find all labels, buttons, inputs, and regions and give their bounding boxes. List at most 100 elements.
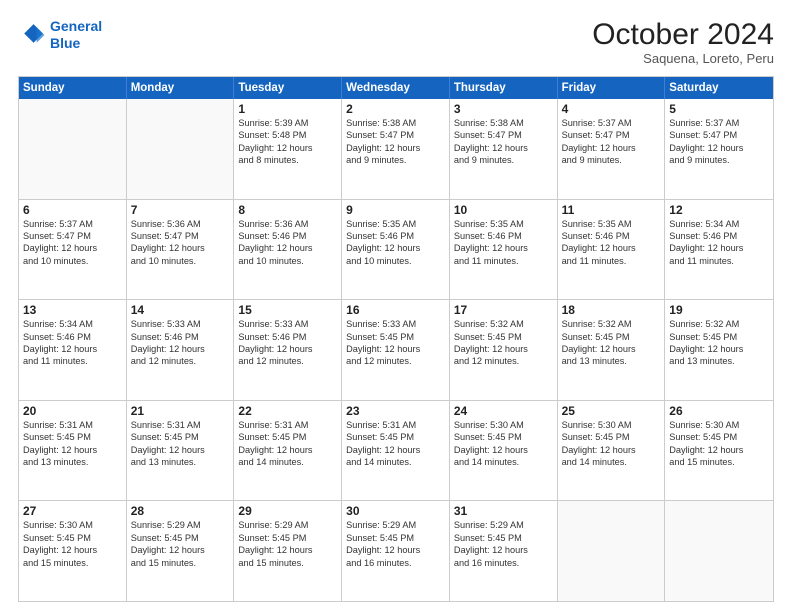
- day-info: Sunrise: 5:30 AM Sunset: 5:45 PM Dayligh…: [562, 419, 661, 469]
- cal-cell: 24Sunrise: 5:30 AM Sunset: 5:45 PM Dayli…: [450, 401, 558, 501]
- day-number: 14: [131, 303, 230, 317]
- day-number: 4: [562, 102, 661, 116]
- day-info: Sunrise: 5:33 AM Sunset: 5:46 PM Dayligh…: [131, 318, 230, 368]
- cal-cell: 31Sunrise: 5:29 AM Sunset: 5:45 PM Dayli…: [450, 501, 558, 601]
- cal-cell: 22Sunrise: 5:31 AM Sunset: 5:45 PM Dayli…: [234, 401, 342, 501]
- day-info: Sunrise: 5:34 AM Sunset: 5:46 PM Dayligh…: [669, 218, 769, 268]
- cal-cell: 7Sunrise: 5:36 AM Sunset: 5:47 PM Daylig…: [127, 200, 235, 300]
- subtitle: Saquena, Loreto, Peru: [592, 51, 774, 66]
- day-number: 1: [238, 102, 337, 116]
- header-day-thursday: Thursday: [450, 77, 558, 99]
- day-number: 31: [454, 504, 553, 518]
- header-day-tuesday: Tuesday: [234, 77, 342, 99]
- day-number: 22: [238, 404, 337, 418]
- day-info: Sunrise: 5:31 AM Sunset: 5:45 PM Dayligh…: [23, 419, 122, 469]
- cal-cell: 6Sunrise: 5:37 AM Sunset: 5:47 PM Daylig…: [19, 200, 127, 300]
- day-number: 5: [669, 102, 769, 116]
- week-row-1: 1Sunrise: 5:39 AM Sunset: 5:48 PM Daylig…: [19, 99, 773, 199]
- cal-cell: 25Sunrise: 5:30 AM Sunset: 5:45 PM Dayli…: [558, 401, 666, 501]
- logo-text: General Blue: [50, 18, 102, 52]
- cal-cell: 16Sunrise: 5:33 AM Sunset: 5:45 PM Dayli…: [342, 300, 450, 400]
- day-info: Sunrise: 5:35 AM Sunset: 5:46 PM Dayligh…: [454, 218, 553, 268]
- day-number: 27: [23, 504, 122, 518]
- cal-cell: [558, 501, 666, 601]
- cal-cell: 19Sunrise: 5:32 AM Sunset: 5:45 PM Dayli…: [665, 300, 773, 400]
- day-number: 11: [562, 203, 661, 217]
- day-number: 23: [346, 404, 445, 418]
- day-number: 7: [131, 203, 230, 217]
- cal-cell: 11Sunrise: 5:35 AM Sunset: 5:46 PM Dayli…: [558, 200, 666, 300]
- day-info: Sunrise: 5:29 AM Sunset: 5:45 PM Dayligh…: [131, 519, 230, 569]
- calendar: SundayMondayTuesdayWednesdayThursdayFrid…: [18, 76, 774, 602]
- week-row-5: 27Sunrise: 5:30 AM Sunset: 5:45 PM Dayli…: [19, 500, 773, 601]
- cal-cell: 29Sunrise: 5:29 AM Sunset: 5:45 PM Dayli…: [234, 501, 342, 601]
- day-info: Sunrise: 5:37 AM Sunset: 5:47 PM Dayligh…: [23, 218, 122, 268]
- week-row-2: 6Sunrise: 5:37 AM Sunset: 5:47 PM Daylig…: [19, 199, 773, 300]
- page: General Blue October 2024 Saquena, Loret…: [0, 0, 792, 612]
- day-number: 9: [346, 203, 445, 217]
- day-info: Sunrise: 5:35 AM Sunset: 5:46 PM Dayligh…: [346, 218, 445, 268]
- cal-cell: 23Sunrise: 5:31 AM Sunset: 5:45 PM Dayli…: [342, 401, 450, 501]
- day-info: Sunrise: 5:30 AM Sunset: 5:45 PM Dayligh…: [23, 519, 122, 569]
- day-info: Sunrise: 5:32 AM Sunset: 5:45 PM Dayligh…: [669, 318, 769, 368]
- cal-cell: 8Sunrise: 5:36 AM Sunset: 5:46 PM Daylig…: [234, 200, 342, 300]
- day-number: 8: [238, 203, 337, 217]
- day-info: Sunrise: 5:32 AM Sunset: 5:45 PM Dayligh…: [454, 318, 553, 368]
- cal-cell: [127, 99, 235, 199]
- day-number: 16: [346, 303, 445, 317]
- day-number: 21: [131, 404, 230, 418]
- day-number: 28: [131, 504, 230, 518]
- day-info: Sunrise: 5:38 AM Sunset: 5:47 PM Dayligh…: [454, 117, 553, 167]
- day-info: Sunrise: 5:36 AM Sunset: 5:47 PM Dayligh…: [131, 218, 230, 268]
- day-info: Sunrise: 5:31 AM Sunset: 5:45 PM Dayligh…: [238, 419, 337, 469]
- week-row-3: 13Sunrise: 5:34 AM Sunset: 5:46 PM Dayli…: [19, 299, 773, 400]
- cal-cell: 9Sunrise: 5:35 AM Sunset: 5:46 PM Daylig…: [342, 200, 450, 300]
- header-day-monday: Monday: [127, 77, 235, 99]
- day-number: 25: [562, 404, 661, 418]
- day-info: Sunrise: 5:33 AM Sunset: 5:45 PM Dayligh…: [346, 318, 445, 368]
- cal-cell: 12Sunrise: 5:34 AM Sunset: 5:46 PM Dayli…: [665, 200, 773, 300]
- day-number: 3: [454, 102, 553, 116]
- day-number: 6: [23, 203, 122, 217]
- header: General Blue October 2024 Saquena, Loret…: [18, 18, 774, 66]
- header-day-saturday: Saturday: [665, 77, 773, 99]
- cal-cell: 20Sunrise: 5:31 AM Sunset: 5:45 PM Dayli…: [19, 401, 127, 501]
- day-info: Sunrise: 5:29 AM Sunset: 5:45 PM Dayligh…: [346, 519, 445, 569]
- cal-cell: [19, 99, 127, 199]
- day-number: 13: [23, 303, 122, 317]
- day-info: Sunrise: 5:34 AM Sunset: 5:46 PM Dayligh…: [23, 318, 122, 368]
- day-number: 19: [669, 303, 769, 317]
- day-info: Sunrise: 5:33 AM Sunset: 5:46 PM Dayligh…: [238, 318, 337, 368]
- day-info: Sunrise: 5:29 AM Sunset: 5:45 PM Dayligh…: [238, 519, 337, 569]
- day-info: Sunrise: 5:37 AM Sunset: 5:47 PM Dayligh…: [669, 117, 769, 167]
- main-title: October 2024: [592, 18, 774, 51]
- day-info: Sunrise: 5:37 AM Sunset: 5:47 PM Dayligh…: [562, 117, 661, 167]
- cal-cell: 30Sunrise: 5:29 AM Sunset: 5:45 PM Dayli…: [342, 501, 450, 601]
- day-info: Sunrise: 5:35 AM Sunset: 5:46 PM Dayligh…: [562, 218, 661, 268]
- cal-cell: 1Sunrise: 5:39 AM Sunset: 5:48 PM Daylig…: [234, 99, 342, 199]
- cal-cell: 2Sunrise: 5:38 AM Sunset: 5:47 PM Daylig…: [342, 99, 450, 199]
- cal-cell: 13Sunrise: 5:34 AM Sunset: 5:46 PM Dayli…: [19, 300, 127, 400]
- header-day-wednesday: Wednesday: [342, 77, 450, 99]
- cal-cell: 10Sunrise: 5:35 AM Sunset: 5:46 PM Dayli…: [450, 200, 558, 300]
- day-info: Sunrise: 5:29 AM Sunset: 5:45 PM Dayligh…: [454, 519, 553, 569]
- day-number: 15: [238, 303, 337, 317]
- cal-cell: 3Sunrise: 5:38 AM Sunset: 5:47 PM Daylig…: [450, 99, 558, 199]
- cal-cell: 27Sunrise: 5:30 AM Sunset: 5:45 PM Dayli…: [19, 501, 127, 601]
- day-number: 20: [23, 404, 122, 418]
- logo-icon: [18, 21, 46, 49]
- calendar-header: SundayMondayTuesdayWednesdayThursdayFrid…: [19, 77, 773, 99]
- title-block: October 2024 Saquena, Loreto, Peru: [592, 18, 774, 66]
- day-number: 17: [454, 303, 553, 317]
- week-row-4: 20Sunrise: 5:31 AM Sunset: 5:45 PM Dayli…: [19, 400, 773, 501]
- logo: General Blue: [18, 18, 102, 52]
- cal-cell: [665, 501, 773, 601]
- cal-cell: 28Sunrise: 5:29 AM Sunset: 5:45 PM Dayli…: [127, 501, 235, 601]
- day-info: Sunrise: 5:31 AM Sunset: 5:45 PM Dayligh…: [131, 419, 230, 469]
- cal-cell: 21Sunrise: 5:31 AM Sunset: 5:45 PM Dayli…: [127, 401, 235, 501]
- day-info: Sunrise: 5:30 AM Sunset: 5:45 PM Dayligh…: [669, 419, 769, 469]
- day-number: 30: [346, 504, 445, 518]
- day-number: 24: [454, 404, 553, 418]
- cal-cell: 17Sunrise: 5:32 AM Sunset: 5:45 PM Dayli…: [450, 300, 558, 400]
- header-day-friday: Friday: [558, 77, 666, 99]
